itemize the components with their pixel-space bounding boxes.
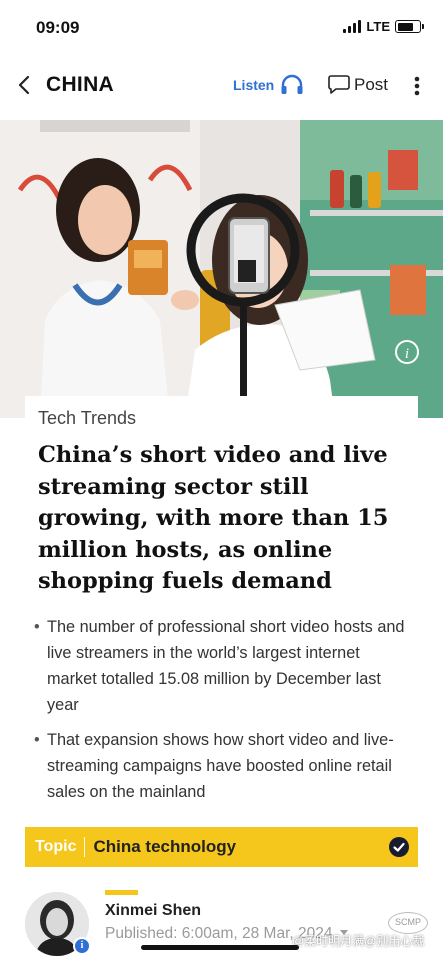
chevron-left-icon[interactable] <box>14 72 36 98</box>
section-label[interactable]: Tech Trends <box>38 408 136 429</box>
article-card: Tech Trends China’s short video and live… <box>25 396 418 826</box>
author-name[interactable]: Xinmei Shen <box>105 902 201 920</box>
post-button[interactable]: Post <box>328 74 388 95</box>
status-indicators: LTE <box>343 19 424 34</box>
topic-value[interactable]: China technology <box>93 837 236 857</box>
more-vertical-icon[interactable] <box>412 74 422 98</box>
status-time: 09:09 <box>36 18 80 37</box>
page-title: CHINA <box>46 73 114 96</box>
listen-button[interactable]: Listen <box>233 74 304 96</box>
post-label: Post <box>354 74 389 94</box>
article-headline: China’s short video and live streaming s… <box>38 442 389 594</box>
watermark-text: @柔时明月满@别出心裁 <box>292 934 425 948</box>
nav-bar: CHINA Listen Post <box>0 60 443 112</box>
topic-label: Topic <box>35 838 77 855</box>
headphones-icon <box>281 74 303 94</box>
watermark-logo: SCMP <box>388 912 428 934</box>
topic-bar[interactable]: Topic China technology <box>25 827 418 867</box>
topic-divider <box>84 837 86 857</box>
summary-bullets: The number of professional short video h… <box>34 614 414 814</box>
speech-bubble-icon <box>328 75 350 94</box>
summary-bullet: The number of professional short video h… <box>34 614 414 718</box>
svg-text:i: i <box>405 346 409 362</box>
hero-illustration: i <box>0 120 443 418</box>
summary-bullet: That expansion shows how short video and… <box>34 727 414 805</box>
author-accent-bar <box>105 890 138 895</box>
check-circle-icon[interactable] <box>388 836 410 858</box>
network-type: LTE <box>366 19 390 34</box>
status-bar: 09:09 LTE <box>0 0 443 58</box>
author-info-badge: i <box>73 937 91 955</box>
signal-icon <box>343 20 362 33</box>
home-indicator[interactable] <box>141 945 299 950</box>
hero-image: i <box>0 120 443 418</box>
listen-label: Listen <box>233 77 275 93</box>
battery-icon <box>395 20 424 33</box>
